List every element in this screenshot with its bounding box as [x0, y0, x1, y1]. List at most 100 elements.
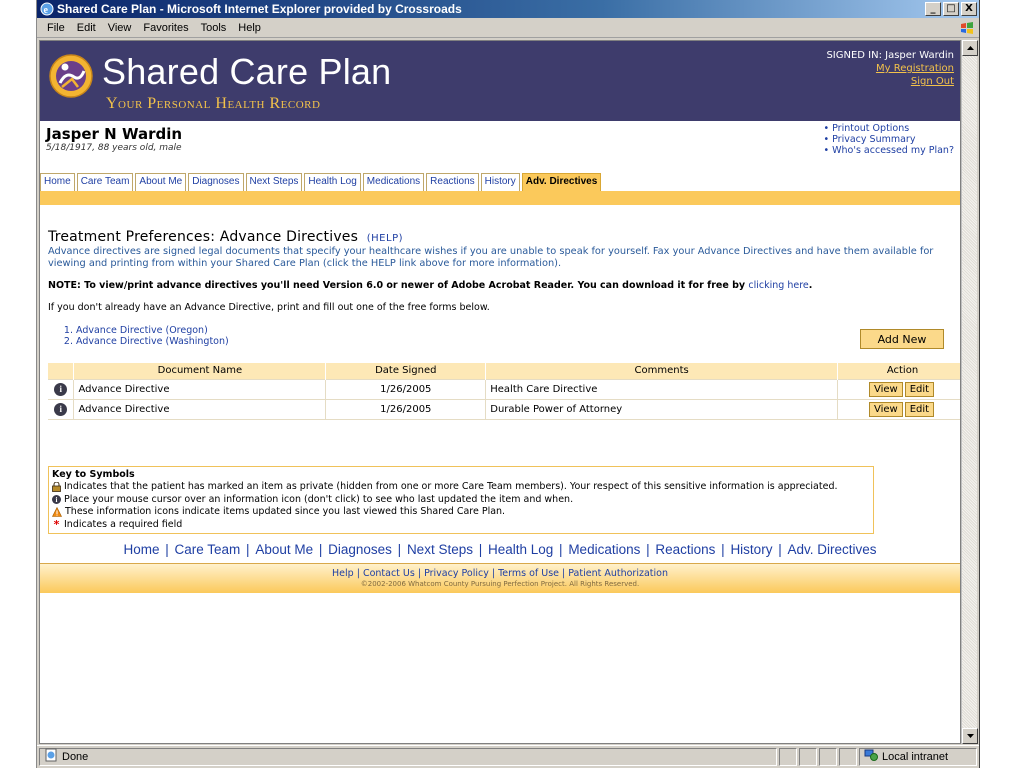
form-link-washington[interactable]: Advance Directive (Washington) [76, 336, 952, 347]
row-comments: Health Care Directive [485, 378, 839, 400]
minimize-button[interactable]: _ [925, 2, 941, 16]
footer-help-link[interactable]: Help [332, 568, 354, 579]
status-cell [839, 747, 857, 766]
scroll-up-button[interactable] [962, 40, 978, 56]
menu-edit[interactable]: Edit [71, 22, 102, 34]
site-header: Shared Care Plan Your Personal Health Re… [40, 41, 960, 121]
form-link-oregon[interactable]: Advance Directive (Oregon) [76, 325, 952, 336]
tab-care-team[interactable]: Care Team [76, 173, 134, 191]
menu-view[interactable]: View [102, 22, 138, 34]
table-row: i Advance Directive 1/26/2005 Health Car… [48, 378, 960, 400]
view-button[interactable]: View [868, 401, 903, 417]
bottom-nav-care-team[interactable]: Care Team [175, 542, 241, 557]
bottom-nav-next-steps[interactable]: Next Steps [407, 542, 473, 557]
tab-reactions[interactable]: Reactions [426, 173, 479, 191]
info-icon[interactable]: i [54, 382, 68, 396]
quick-links: Printout Options Privacy Summary Who's a… [824, 123, 955, 156]
bottom-nav-health-log[interactable]: Health Log [488, 542, 553, 557]
menu-file[interactable]: File [41, 22, 71, 34]
tab-health-log[interactable]: Health Log [304, 173, 361, 191]
tab-underline-bar [40, 191, 960, 205]
printout-options-link[interactable]: Printout Options [824, 123, 955, 134]
brand-tagline: Your Personal Health Record [106, 95, 321, 112]
my-registration-link[interactable]: My Registration [826, 62, 954, 75]
page-done-icon [44, 748, 58, 765]
key-title: Key to Symbols [52, 468, 135, 480]
footer-copyright: ©2002-2006 Whatcom County Pursuing Perfe… [360, 580, 640, 588]
signed-in-panel: SIGNED IN: Jasper Wardin My Registration… [826, 49, 954, 88]
edit-button[interactable]: Edit [904, 381, 935, 397]
view-button[interactable]: View [868, 381, 903, 397]
vertical-scrollbar[interactable] [961, 40, 978, 744]
status-done-text: Done [62, 750, 89, 763]
footer-authorization-link[interactable]: Patient Authorization [568, 568, 668, 579]
forms-row: Advance Directive (Oregon) Advance Direc… [48, 325, 952, 355]
close-button[interactable]: X [961, 2, 977, 16]
acrobat-note: NOTE: To view/print advance directives y… [48, 280, 952, 291]
menu-help[interactable]: Help [232, 22, 267, 34]
menu-favorites[interactable]: Favorites [137, 22, 194, 34]
tab-about-me[interactable]: About Me [135, 173, 187, 191]
key-to-symbols: Key to Symbols Indicates that the patien… [48, 465, 874, 534]
tab-next-steps[interactable]: Next Steps [245, 173, 303, 191]
tab-bar: Home Care Team About Me Diagnoses Next S… [40, 173, 960, 191]
tab-medications[interactable]: Medications [362, 173, 425, 191]
maximize-button[interactable]: □ [943, 2, 959, 16]
title-bar[interactable]: e Shared Care Plan - Microsoft Internet … [37, 0, 979, 18]
bottom-nav-medications[interactable]: Medications [568, 542, 640, 557]
footer-contact-link[interactable]: Contact Us [363, 568, 415, 579]
browser-window: e Shared Care Plan - Microsoft Internet … [36, 0, 980, 768]
whos-accessed-link[interactable]: Who's accessed my Plan? [824, 145, 954, 156]
status-cell [799, 747, 817, 766]
patient-info: 5/18/1917, 88 years old, male [46, 143, 182, 153]
download-acrobat-link[interactable]: clicking here [748, 280, 808, 291]
bottom-nav-diagnoses[interactable]: Diagnoses [328, 542, 392, 557]
screen: e Shared Care Plan - Microsoft Internet … [0, 0, 1024, 768]
page-title: Treatment Preferences: Advance Directive… [48, 229, 359, 245]
status-bar: Done Local intranet [37, 745, 979, 767]
key-row-required: * Indicates a required field [52, 517, 870, 532]
bottom-nav-reactions[interactable]: Reactions [655, 542, 715, 557]
desktop-left [0, 0, 36, 768]
menu-tools[interactable]: Tools [195, 22, 233, 34]
status-message: Done [39, 747, 777, 766]
lock-icon [52, 482, 61, 493]
info-icon[interactable]: i [54, 402, 68, 416]
bottom-nav-history[interactable]: History [730, 542, 772, 557]
tab-adv-directives[interactable]: Adv. Directives [521, 173, 602, 191]
free-forms-text: If you don't already have an Advance Dir… [48, 302, 490, 313]
shared-care-plan-logo-icon [48, 53, 94, 99]
row-actions: View Edit [837, 398, 960, 420]
bottom-nav-home[interactable]: Home [123, 542, 159, 557]
status-cell [819, 747, 837, 766]
scroll-down-button[interactable] [962, 728, 978, 744]
signed-in-label: SIGNED IN: Jasper Wardin [826, 50, 954, 61]
status-cell [779, 747, 797, 766]
menu-bar: File Edit View Favorites Tools Help [37, 18, 979, 38]
windows-logo-icon [959, 20, 975, 36]
edit-button[interactable]: Edit [904, 401, 935, 417]
tab-history[interactable]: History [480, 173, 520, 191]
intranet-icon [864, 749, 878, 764]
key-text-info: Place your mouse cursor over an informat… [64, 493, 574, 505]
window-title: Shared Care Plan - Microsoft Internet Ex… [57, 2, 462, 16]
tab-home[interactable]: Home [40, 173, 75, 191]
footer-terms-link[interactable]: Terms of Use [498, 568, 559, 579]
info-icon: i [52, 495, 61, 505]
row-document-name: Advance Directive [73, 398, 327, 420]
directives-table: Document Name Date Signed Comments Actio… [48, 363, 960, 420]
tab-diagnoses[interactable]: Diagnoses [188, 173, 244, 191]
bottom-nav-about-me[interactable]: About Me [255, 542, 313, 557]
bottom-nav-adv-directives[interactable]: Adv. Directives [787, 542, 876, 557]
row-actions: View Edit [837, 378, 960, 400]
help-link[interactable]: (HELP) [367, 233, 403, 244]
note-text: NOTE: To view/print advance directives y… [48, 280, 746, 291]
footer-privacy-link[interactable]: Privacy Policy [424, 568, 489, 579]
sign-out-link[interactable]: Sign Out [826, 75, 954, 88]
key-text-required: Indicates a required field [64, 518, 183, 530]
page-content: Shared Care Plan Your Personal Health Re… [39, 40, 961, 744]
privacy-summary-link[interactable]: Privacy Summary [824, 134, 955, 145]
asterisk-icon: * [53, 517, 60, 531]
footer-links: Help | Contact Us | Privacy Policy | Ter… [332, 568, 668, 579]
add-new-button[interactable]: Add New [860, 329, 944, 349]
